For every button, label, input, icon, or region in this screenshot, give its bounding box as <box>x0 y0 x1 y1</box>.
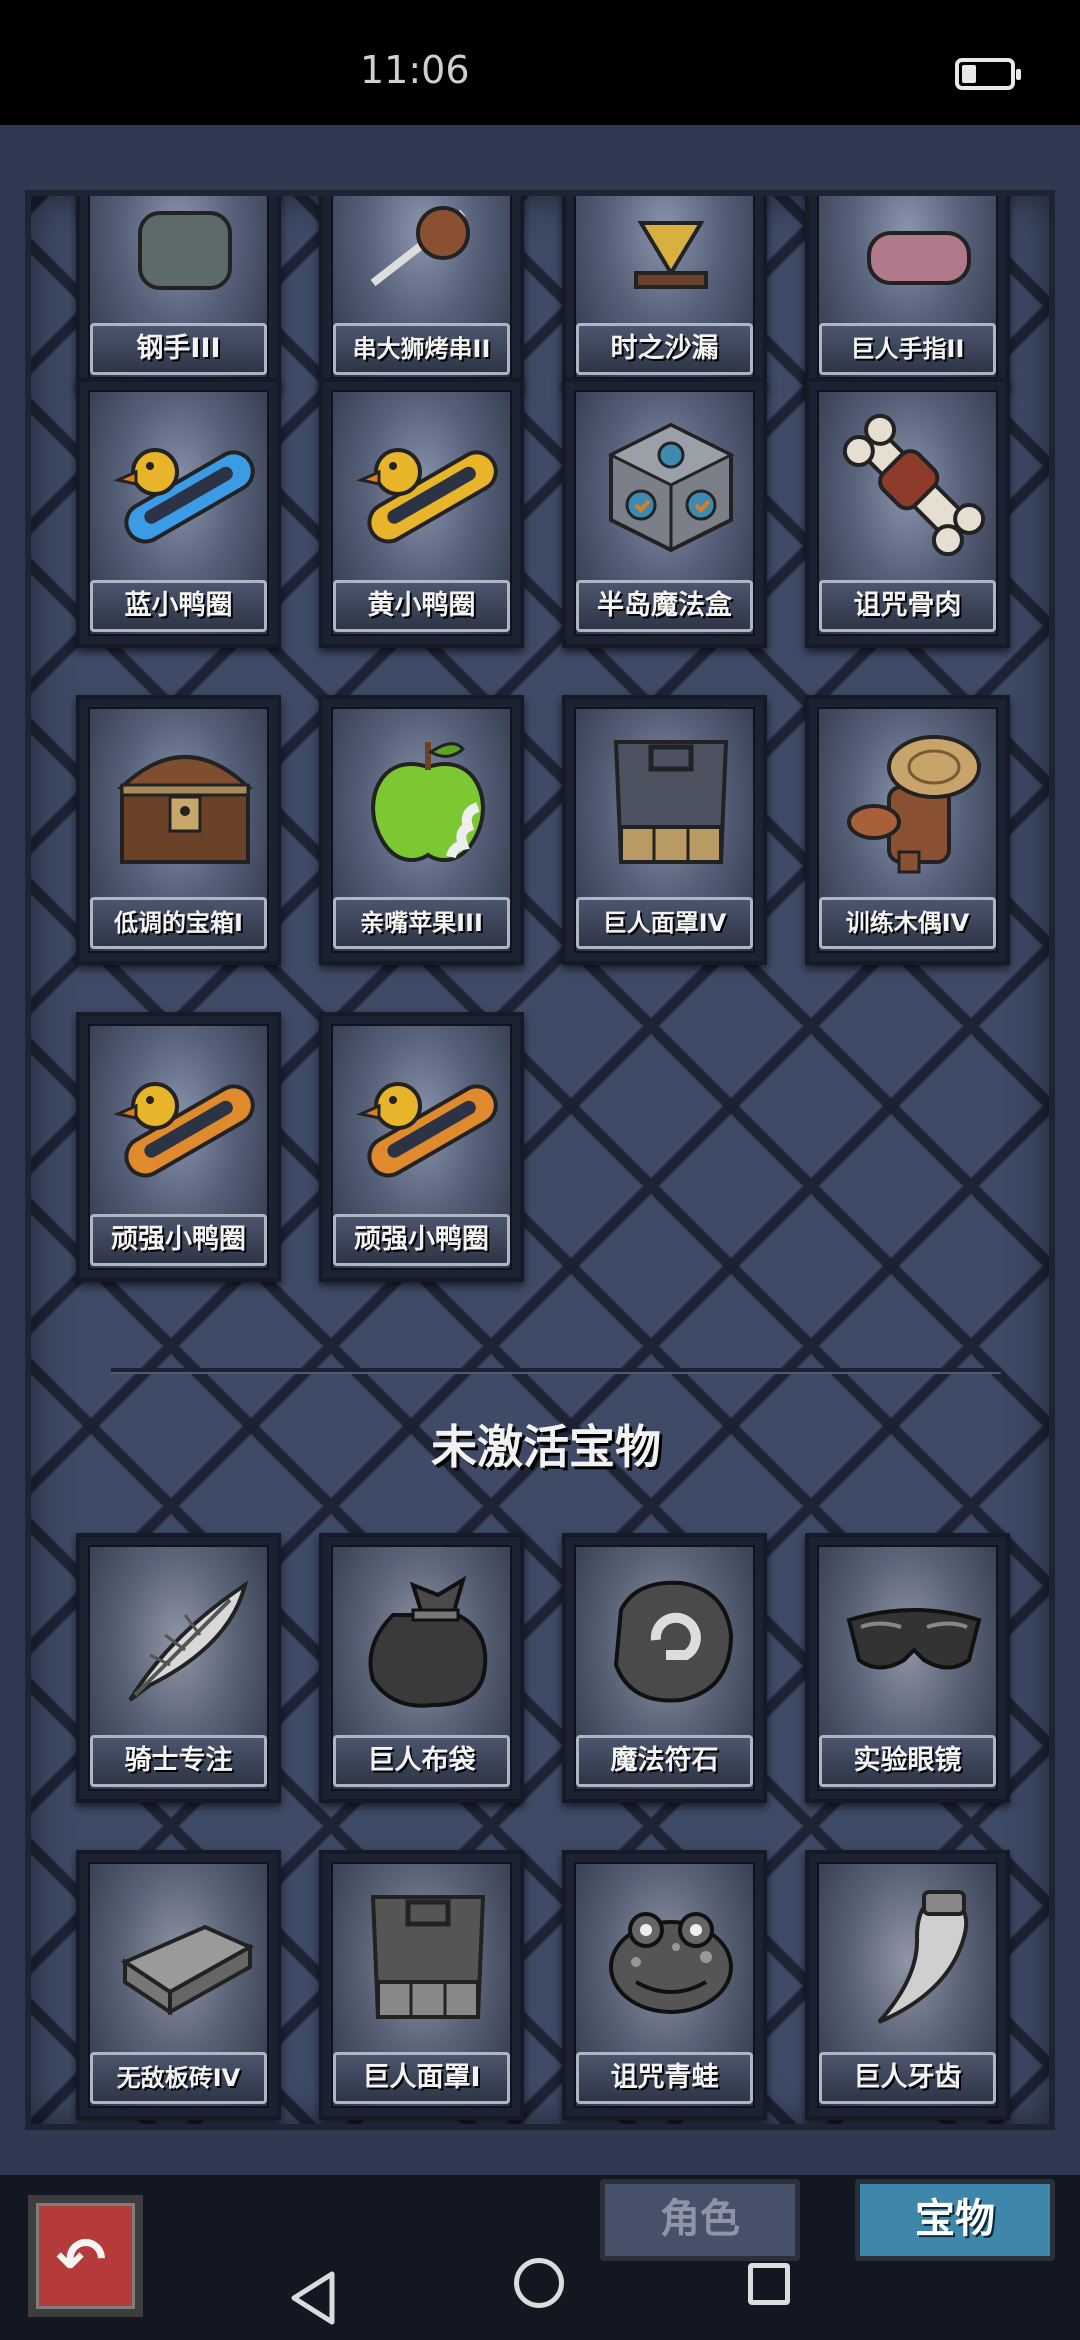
treasure-label: 蓝小鸭圈 <box>90 580 267 632</box>
tough-duck-ring-icon <box>110 1044 260 1194</box>
brick-icon <box>110 1882 260 2032</box>
treasure-card[interactable]: 诅咒青蛙 <box>562 1850 767 2120</box>
treasure-card[interactable]: 无敌板砖IV <box>76 1850 281 2120</box>
training-dummy-icon <box>839 727 989 877</box>
treasure-label: 无敌板砖IV <box>90 2052 267 2104</box>
treasure-card[interactable]: 黄小鸭圈 <box>319 378 524 648</box>
rune-stone-icon <box>596 1565 746 1715</box>
treasure-card[interactable]: 巨人面罩I <box>319 1850 524 2120</box>
treasure-label: 亲嘴苹果III <box>333 897 510 949</box>
green-apple-icon <box>353 727 503 877</box>
treasure-card[interactable]: 半岛魔法盒 <box>562 378 767 648</box>
treasure-label: 巨人手指II <box>819 323 996 375</box>
lab-goggles-icon <box>839 1565 989 1715</box>
treasure-label: 串大狮烤串II <box>333 323 510 375</box>
treasure-card[interactable]: 蓝小鸭圈 <box>76 378 281 648</box>
section-divider <box>111 1368 1001 1372</box>
treasure-label: 诅咒骨肉 <box>819 580 996 632</box>
treasure-label: 魔法符石 <box>576 1735 753 1787</box>
cursed-frog-icon <box>596 1882 746 2032</box>
giant-finger-icon <box>839 196 989 303</box>
treasure-label: 巨人牙齿 <box>819 2052 996 2104</box>
treasure-card[interactable]: 诅咒骨肉 <box>805 378 1010 648</box>
return-arrow-icon: ↶ <box>56 2225 107 2295</box>
nav-recent-icon[interactable] <box>748 2263 790 2305</box>
inactive-section-title: 未激活宝物 <box>431 1420 661 1474</box>
treasure-label: 巨人布袋 <box>333 1735 510 1787</box>
kebab-icon <box>353 196 503 303</box>
magic-cube-icon <box>596 410 746 560</box>
treasure-card[interactable]: 骑士专注 <box>76 1533 281 1803</box>
treasure-label: 顽强小鸭圈 <box>90 1214 267 1266</box>
treasure-label: 实验眼镜 <box>819 1735 996 1787</box>
treasure-card[interactable]: 巨人手指II <box>805 196 1010 391</box>
treasure-card[interactable]: 低调的宝箱I <box>76 695 281 965</box>
treasure-panel[interactable]: 未激活宝物 钢手III 串大狮烤串II 时之沙漏 巨人手指II 蓝小鸭圈 黄小鸭圈 半岛魔法… <box>25 190 1055 2130</box>
yellow-duck-ring-icon <box>353 410 503 560</box>
treasure-chest-icon <box>110 727 260 877</box>
tough-duck-ring-icon <box>353 1044 503 1194</box>
giant-mask-icon <box>353 1882 503 2032</box>
treasure-label: 黄小鸭圈 <box>333 580 510 632</box>
knight-feather-icon <box>110 1565 260 1715</box>
tab-treasure[interactable]: 宝物 <box>855 2179 1055 2261</box>
treasure-label: 骑士专注 <box>90 1735 267 1787</box>
game-area: 未激活宝物 钢手III 串大狮烤串II 时之沙漏 巨人手指II 蓝小鸭圈 黄小鸭圈 半岛魔法… <box>0 125 1080 2175</box>
treasure-card[interactable]: 串大狮烤串II <box>319 196 524 391</box>
treasure-card[interactable]: 巨人牙齿 <box>805 1850 1010 2120</box>
giant-tooth-icon <box>839 1882 989 2032</box>
treasure-card[interactable]: 时之沙漏 <box>562 196 767 391</box>
treasure-label: 训练木偶IV <box>819 897 996 949</box>
back-button[interactable]: ↶ <box>28 2195 143 2317</box>
blue-duck-ring-icon <box>110 410 260 560</box>
treasure-label: 诅咒青蛙 <box>576 2052 753 2104</box>
treasure-label: 巨人面罩I <box>333 2052 510 2104</box>
status-bar: 11:06 <box>0 0 1080 125</box>
treasure-label: 巨人面罩IV <box>576 897 753 949</box>
battery-level <box>962 65 977 83</box>
cursed-bone-meat-icon <box>839 410 989 560</box>
game-screen: 11:06 未激活宝物 钢手III 串大狮烤串II 时之沙漏 巨人手指II 蓝小鸭圈 黄小… <box>0 0 1080 2340</box>
nav-back-icon[interactable] <box>288 2270 338 2326</box>
status-time: 11:06 <box>360 48 470 92</box>
treasure-card[interactable]: 巨人面罩IV <box>562 695 767 965</box>
nav-home-icon[interactable] <box>514 2258 564 2308</box>
treasure-label: 钢手III <box>90 323 267 375</box>
treasure-label: 半岛魔法盒 <box>576 580 753 632</box>
treasure-card[interactable]: 顽强小鸭圈 <box>76 1012 281 1282</box>
treasure-label: 顽强小鸭圈 <box>333 1214 510 1266</box>
treasure-card[interactable]: 训练木偶IV <box>805 695 1010 965</box>
tab-role[interactable]: 角色 <box>600 2179 800 2261</box>
treasure-label: 低调的宝箱I <box>90 897 267 949</box>
treasure-label: 时之沙漏 <box>576 323 753 375</box>
hourglass-icon <box>596 196 746 303</box>
treasure-card[interactable]: 实验眼镜 <box>805 1533 1010 1803</box>
battery-icon <box>955 58 1021 90</box>
giant-sack-icon <box>353 1565 503 1715</box>
treasure-card[interactable]: 顽强小鸭圈 <box>319 1012 524 1282</box>
treasure-card[interactable]: 巨人布袋 <box>319 1533 524 1803</box>
treasure-card[interactable]: 魔法符石 <box>562 1533 767 1803</box>
giant-mask-icon <box>596 727 746 877</box>
steel-hand-icon <box>110 196 260 303</box>
treasure-card[interactable]: 亲嘴苹果III <box>319 695 524 965</box>
treasure-card[interactable]: 钢手III <box>76 196 281 391</box>
